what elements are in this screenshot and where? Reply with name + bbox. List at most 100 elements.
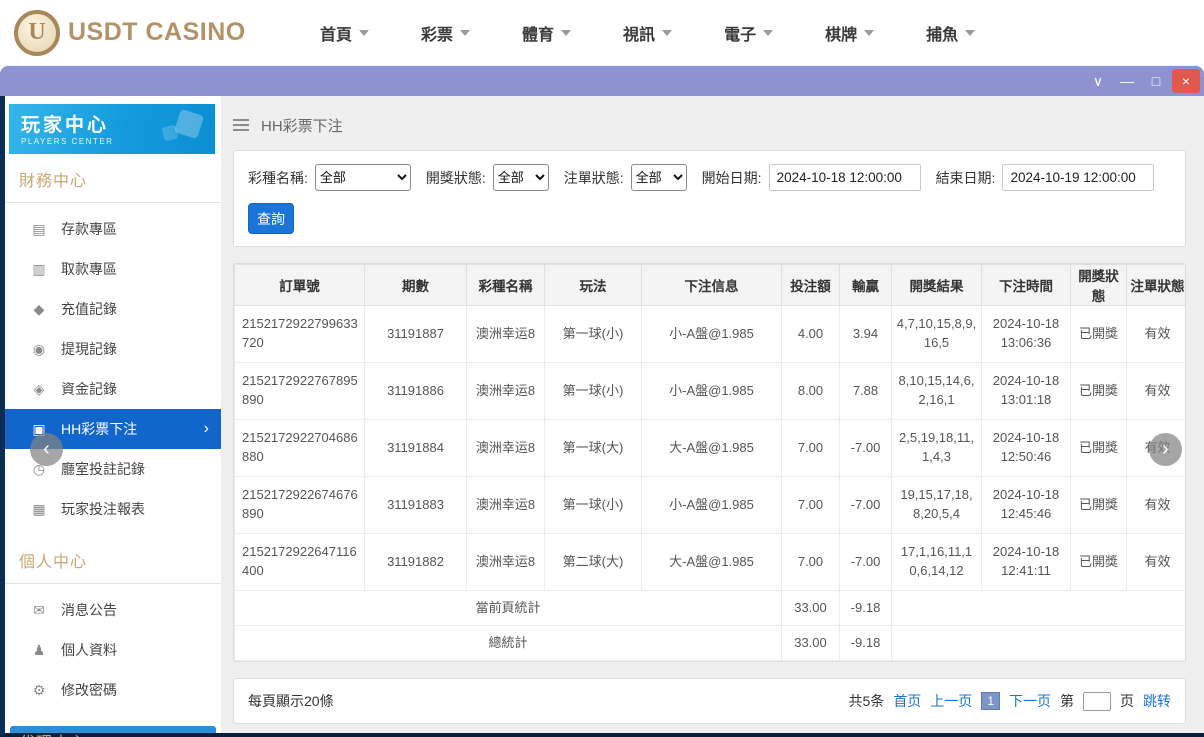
maximize-button[interactable]: □ (1143, 69, 1169, 93)
screen: U USDT CASINO 首頁 彩票 體育 視訊 電子 棋牌 捕魚 ∨ — □… (0, 0, 1204, 737)
start-date-label: 開始日期: (701, 169, 762, 186)
cell-winloss: -7.00 (839, 419, 892, 477)
nav-item-live[interactable]: 視訊 (597, 21, 698, 45)
casino-logo-icon: U (14, 9, 60, 56)
cell-order: 2152172922799633720 (234, 305, 365, 363)
cell-period: 31191882 (364, 533, 467, 591)
sidebar-item-label: 取款專區 (61, 261, 117, 277)
bets-table-panel: 訂單號 期數 彩種名稱 玩法 下注信息 投注額 輸贏 開獎結果 下注時間 開獎狀… (233, 263, 1186, 662)
cell-order-status: 有效 (1126, 305, 1185, 363)
top-navbar: U USDT CASINO 首頁 彩票 體育 視訊 電子 棋牌 捕魚 (0, 0, 1204, 66)
cell-winloss: 3.94 (839, 305, 892, 363)
nav-item-label: 捕魚 (926, 26, 959, 44)
cell-result: 8,10,15,14,6,2,16,1 (891, 362, 982, 420)
next-page-link[interactable]: 下一页 (1009, 691, 1051, 711)
brand-logo-link[interactable]: U USDT CASINO (0, 9, 252, 56)
col-bet-info: 下注信息 (641, 264, 782, 306)
announcement-bell-icon: ✉ (33, 601, 45, 618)
cell-bet-info: 小-A盤@1.985 (641, 305, 782, 363)
nav-item-slots[interactable]: 電子 (698, 21, 799, 45)
main-nav: 首頁 彩票 體育 視訊 電子 棋牌 捕魚 (294, 21, 1001, 45)
prev-page-link[interactable]: 上一页 (930, 691, 972, 711)
cell-winloss: -7.00 (839, 533, 892, 591)
sidebar-item-label: 資金記錄 (61, 381, 117, 397)
chevron-down-icon (662, 29, 673, 36)
col-period: 期數 (364, 264, 467, 306)
sidebar-item-withdraw-record[interactable]: ◉ 提現記錄 (5, 329, 221, 369)
nav-item-sports[interactable]: 體育 (496, 21, 597, 45)
cell-play: 第一球(小) (544, 305, 642, 363)
cell-result: 19,15,17,18,8,20,5,4 (891, 476, 982, 534)
menu-toggle-icon[interactable] (233, 119, 249, 131)
scroll-left-button[interactable]: ‹ (30, 433, 63, 466)
sidebar-item-label: HH彩票下注 (61, 421, 138, 437)
sidebar-item-label: 廳室投註記錄 (61, 461, 145, 477)
chevron-down-icon (359, 29, 370, 36)
cell-bet-info: 小-A盤@1.985 (641, 362, 782, 420)
start-date-input[interactable] (768, 164, 921, 191)
jump-button[interactable]: 跳转 (1143, 691, 1171, 711)
col-draw-status: 開獎狀態 (1070, 264, 1127, 306)
sidebar-item-profile[interactable]: ♟ 個人資料 (5, 630, 221, 670)
cell-order-status: 有效 (1126, 476, 1185, 534)
cell-bet-info: 大-A盤@1.985 (641, 533, 782, 591)
nav-item-boardgames[interactable]: 棋牌 (799, 21, 900, 45)
sidebar-item-deposit[interactable]: ▤ 存款專區 (5, 209, 221, 249)
draw-status-filter-label: 開獎狀態: (425, 169, 486, 186)
table-header-row: 訂單號 期數 彩種名稱 玩法 下注信息 投注額 輸贏 開獎結果 下注時間 開獎狀… (234, 264, 1185, 306)
sidebar-item-recharge-record[interactable]: ◆ 充值記錄 (5, 289, 221, 329)
nav-item-fishing[interactable]: 捕魚 (900, 21, 1001, 45)
cell-play: 第一球(小) (544, 476, 642, 534)
sidebar-item-change-password[interactable]: ⚙ 修改密碼 (5, 670, 221, 710)
brand-name: USDT CASINO (68, 18, 246, 46)
cell-lottery: 澳洲幸运8 (466, 305, 545, 363)
sidebar-item-announcements[interactable]: ✉ 消息公告 (5, 590, 221, 630)
search-button[interactable]: 查詢 (248, 203, 294, 234)
nav-item-home[interactable]: 首頁 (294, 21, 395, 45)
col-draw-result: 開獎結果 (891, 264, 982, 306)
cell-period: 31191884 (364, 419, 467, 477)
page-jump-input[interactable] (1083, 691, 1111, 711)
sidebar-item-player-bet-report[interactable]: ▦ 玩家投注報表 (5, 489, 221, 529)
col-bet-amount: 投注額 (781, 264, 840, 306)
minimize-button[interactable]: — (1114, 69, 1140, 93)
cell-amount: 8.00 (781, 362, 840, 420)
first-page-link[interactable]: 首页 (893, 691, 921, 711)
collapse-button[interactable]: ∨ (1085, 69, 1111, 93)
col-winloss: 輸贏 (839, 264, 892, 306)
chevron-down-icon (965, 29, 976, 36)
table-row: 2152172922704686880 31191884 澳洲幸运8 第一球(大… (234, 419, 1185, 477)
personal-menu: ✉ 消息公告 ♟ 個人資料 ⚙ 修改密碼 (5, 584, 221, 716)
pagination-panel: 每頁顯示20條 共5条 首页 上一页 1 下一页 第 页 跳转 (233, 678, 1186, 724)
cell-time: 2024-10-18 12:41:11 (981, 533, 1071, 591)
order-status-filter-select[interactable]: 全部 (630, 164, 687, 191)
col-lottery-name: 彩種名稱 (466, 264, 545, 306)
cell-order: 2152172922704686880 (234, 419, 365, 477)
nav-item-lottery[interactable]: 彩票 (395, 21, 496, 45)
profile-person-icon: ♟ (32, 641, 46, 658)
sidebar-item-label: 修改密碼 (61, 682, 117, 698)
lottery-filter-select[interactable]: 全部 (314, 164, 411, 191)
lottery-filter-label: 彩種名稱: (248, 169, 308, 186)
sidebar-item-label: 存款專區 (61, 221, 117, 237)
sidebar-item-withdraw[interactable]: ▥ 取款專區 (5, 249, 221, 289)
scroll-right-button[interactable]: › (1149, 433, 1182, 466)
sidebar-item-fund-record[interactable]: ◈ 資金記錄 (5, 369, 221, 409)
draw-status-filter-select[interactable]: 全部 (492, 164, 549, 191)
cell-order-status: 有效 (1126, 533, 1185, 591)
deposit-icon: ▤ (32, 220, 46, 237)
withdraw-record-icon: ◉ (32, 340, 46, 357)
sidebar-bottom-bar (10, 726, 216, 733)
cell-amount: 7.00 (781, 476, 840, 534)
section-title-finance: 財務中心 (5, 154, 221, 203)
close-button[interactable]: × (1172, 69, 1200, 93)
chevron-down-icon (763, 29, 774, 36)
cell-amount: 7.00 (781, 533, 840, 591)
page-prefix-label: 第 (1060, 693, 1074, 709)
total-count-label: 共5条 (848, 693, 885, 709)
end-date-input[interactable] (1002, 164, 1155, 191)
cell-lottery: 澳洲幸运8 (466, 476, 545, 534)
cell-play: 第一球(大) (544, 419, 642, 477)
player-center-window: 玩家中心 PLAYERS CENTER 財務中心 ▤ 存款專區 ▥ 取款專區 ◆… (0, 96, 1204, 737)
chevron-down-icon (864, 29, 875, 36)
